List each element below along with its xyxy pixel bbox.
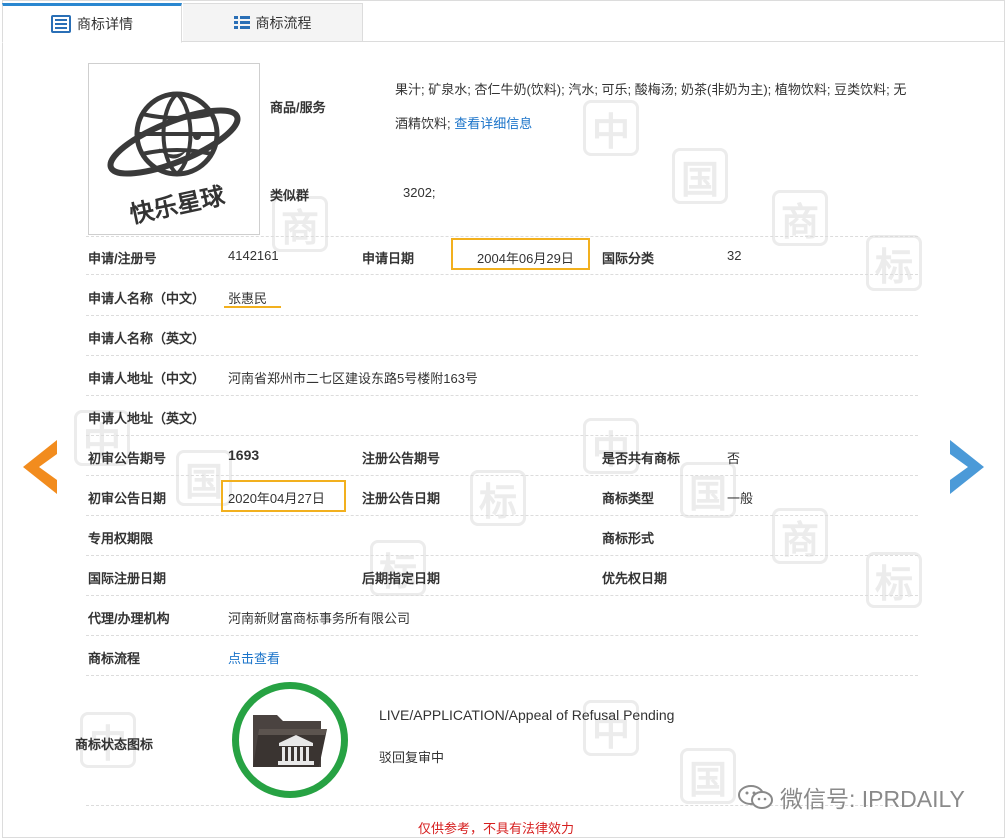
address-cn-value: 河南省郑州市二七区建设东路5号楼附163号: [228, 371, 478, 386]
similar-group-label: 类似群: [270, 188, 310, 203]
prelim-date-label: 初审公告日期: [88, 491, 167, 506]
goods-services-label: 商品/服务: [270, 100, 326, 115]
reg-no-value: 4142161: [228, 248, 279, 263]
later-date-label: 后期指定日期: [362, 571, 441, 586]
agent-value: 河南新财富商标事务所有限公司: [228, 611, 411, 626]
tab-trademark-details[interactable]: 商标详情: [2, 3, 182, 43]
tab-label: 商标详情: [77, 16, 133, 32]
app-date-label: 申请日期: [362, 251, 415, 266]
tm-form-label: 商标形式: [602, 531, 655, 546]
globe-logo-icon: 快乐星球: [107, 91, 241, 229]
tab-label: 商标流程: [255, 14, 312, 31]
address-en-label: 申请人地址（英文）: [88, 411, 206, 426]
applicant-cn-label: 申请人名称（中文）: [88, 291, 206, 306]
status-text-en: LIVE/APPLICATION/Appeal of Refusal Pendi…: [379, 707, 675, 723]
similar-group-value: 3202;: [403, 185, 436, 200]
wechat-icon: [738, 785, 773, 809]
agent-label: 代理/办理机构: [88, 611, 170, 626]
tab-trademark-flow[interactable]: 商标流程: [183, 3, 363, 42]
tm-type-value: 一般: [727, 491, 754, 506]
wechat-id-text: 微信号: IPRDAILY: [780, 786, 965, 812]
prelim-no-label: 初审公告期号: [88, 451, 167, 466]
priority-date-label: 优先权日期: [602, 571, 668, 586]
applicant-en-label: 申请人名称（英文）: [88, 331, 206, 346]
reg-no-label: 申请/注册号: [88, 251, 157, 266]
address-cn-label: 申请人地址（中文）: [88, 371, 206, 386]
shared-label: 是否共有商标: [602, 451, 681, 466]
applicant-cn-value: 张惠民: [228, 291, 268, 306]
prelim-date-value: 2020年04月27日: [228, 491, 325, 506]
status-icon-label: 商标状态图标: [75, 737, 154, 752]
flow-label: 商标流程: [88, 651, 141, 666]
list-icon: [233, 15, 250, 30]
view-flow-link[interactable]: 点击查看: [228, 648, 280, 667]
folder-courthouse-icon: [253, 715, 327, 767]
trademark-logo: 快乐星球: [88, 63, 260, 235]
intl-class-label: 国际分类: [602, 251, 655, 266]
app-date-value: 2004年06月29日: [477, 251, 574, 266]
applicant-highlight: [224, 306, 281, 308]
prelim-no-value: 1693: [228, 447, 260, 463]
disclaimer-text: 仅供参考，不具有法律效力: [418, 821, 575, 836]
view-details-link[interactable]: 查看详细信息: [454, 116, 532, 131]
reg-pub-no-label: 注册公告期号: [362, 451, 441, 466]
shared-value: 否: [727, 451, 741, 466]
intl-class-value: 32: [727, 248, 742, 263]
exclusive-period-label: 专用权期限: [88, 531, 154, 546]
intl-reg-date-label: 国际注册日期: [88, 571, 167, 586]
goods-services-value: 果汁; 矿泉水; 杏仁牛奶(饮料); 汽水; 可乐; 酸梅汤; 奶茶(非奶为主)…: [395, 73, 915, 141]
tm-type-label: 商标类型: [602, 491, 655, 506]
prev-arrow-icon[interactable]: [23, 440, 57, 494]
next-arrow-icon[interactable]: [950, 440, 984, 494]
wechat-watermark: 微信号: IPRDAILY: [738, 780, 965, 814]
reg-pub-date-label: 注册公告日期: [362, 491, 441, 506]
document-icon: [51, 15, 71, 33]
status-text-cn: 驳回复审中: [379, 750, 445, 765]
status-badge: [232, 682, 348, 798]
svg-text:快乐星球: 快乐星球: [127, 181, 228, 229]
